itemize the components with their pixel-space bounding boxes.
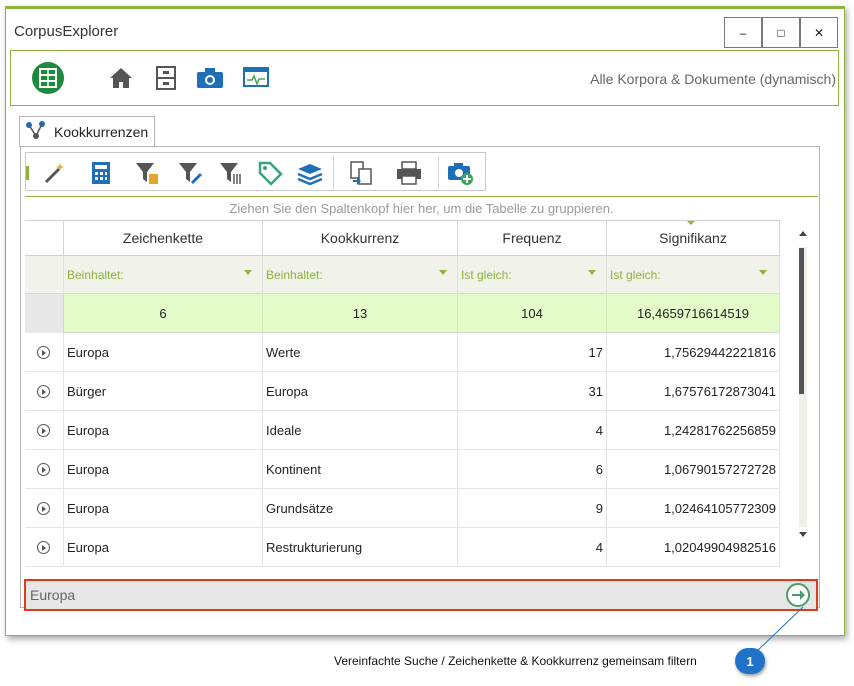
callout-badge: 1 bbox=[735, 648, 765, 674]
callout-caption: Vereinfachte Suche / Zeichenkette & Kook… bbox=[334, 654, 697, 668]
callout-connector bbox=[754, 606, 804, 654]
